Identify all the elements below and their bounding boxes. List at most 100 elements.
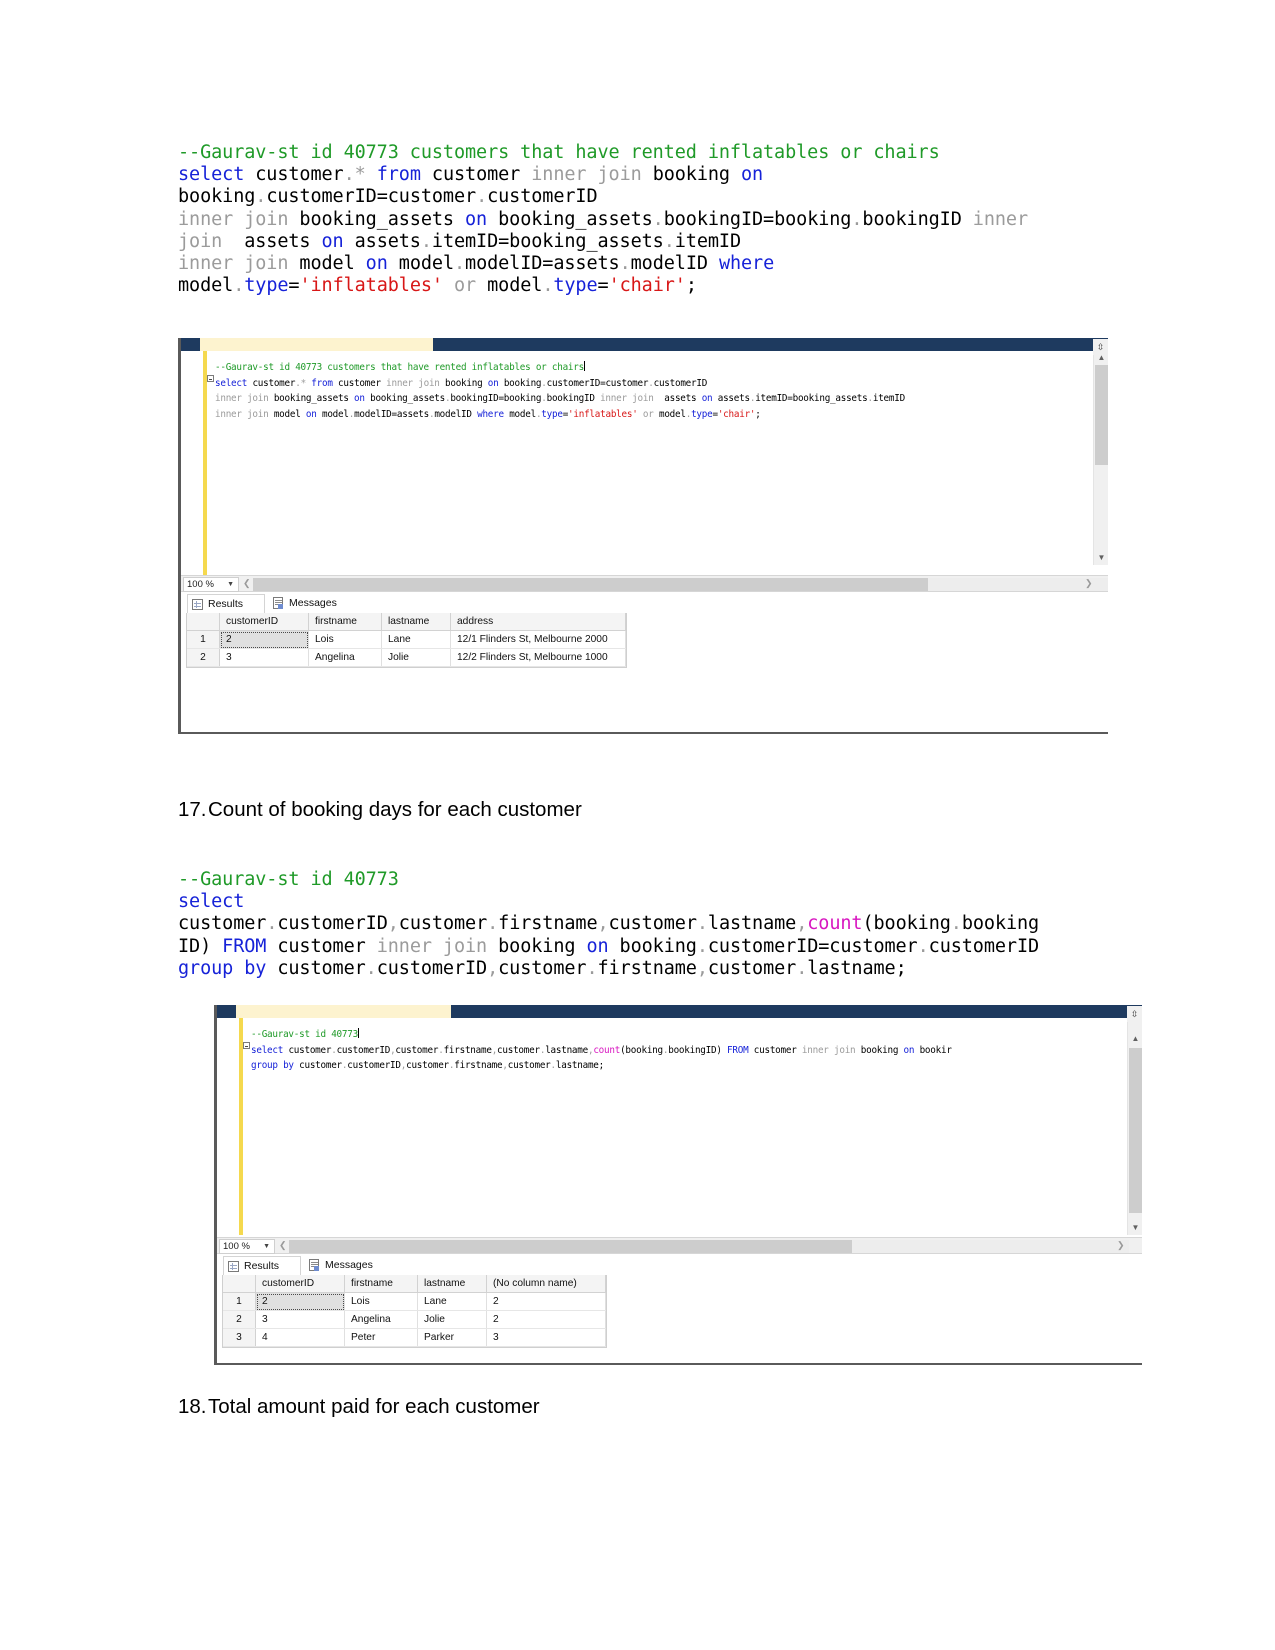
code-token: inner join bbox=[531, 164, 642, 186]
code-token: customerID bbox=[376, 957, 488, 979]
code-token: where bbox=[718, 253, 775, 275]
editor-vertical-scrollbar-2[interactable]: ▲ ▼ bbox=[1127, 1018, 1142, 1235]
tab-messages-2[interactable]: Messages bbox=[305, 1256, 415, 1275]
table-cell[interactable]: Angelina bbox=[308, 648, 382, 667]
code-token: lastname bbox=[707, 913, 797, 935]
table-cell[interactable]: 3 bbox=[255, 1310, 345, 1329]
table-cell[interactable]: 3 bbox=[486, 1328, 606, 1347]
hscroll-left-arrow-2[interactable]: ❮ bbox=[279, 1240, 287, 1251]
scroll-down-arrow-2[interactable]: ▼ bbox=[1128, 1221, 1142, 1235]
code-token: assets bbox=[343, 230, 421, 252]
code-token: --Gaurav-st id 40773 bbox=[178, 869, 399, 890]
table-cell[interactable]: Lane bbox=[381, 630, 451, 649]
sql-code-block-2: --Gaurav-st id 40773 select customer.custo… bbox=[178, 869, 1078, 980]
code-token: lastname bbox=[555, 1060, 599, 1072]
column-header[interactable]: lastname bbox=[381, 613, 451, 631]
code-fold-toggle-2[interactable] bbox=[243, 1042, 250, 1049]
table-cell[interactable]: 2 bbox=[486, 1310, 606, 1329]
hscroll-thumb-2[interactable] bbox=[289, 1240, 852, 1253]
column-header[interactable]: lastname bbox=[417, 1275, 487, 1293]
zoom-level-combobox-2[interactable]: 100 % ▼ bbox=[219, 1239, 275, 1254]
hscroll-left-arrow-1[interactable]: ❮ bbox=[243, 578, 251, 589]
table-header-row: customerID firstname lastname (No column na… bbox=[223, 1275, 606, 1293]
sql-editor-text-1[interactable]: --Gaurav-st id 40773 customers that have… bbox=[215, 360, 1093, 422]
column-header[interactable]: customerID bbox=[255, 1275, 345, 1293]
column-header[interactable]: address bbox=[450, 613, 626, 631]
code-token: = bbox=[597, 275, 609, 297]
table-cell[interactable]: Peter bbox=[344, 1328, 418, 1347]
ssms-tab-strip-1 bbox=[200, 338, 433, 352]
code-token: customer bbox=[332, 377, 387, 389]
sql-editor-1[interactable]: --Gaurav-st id 40773 customers that have… bbox=[181, 351, 1093, 581]
editor-vertical-scrollbar-1[interactable]: ▲ ▼ bbox=[1093, 351, 1108, 565]
column-header[interactable]: customerID bbox=[219, 613, 309, 631]
code-token: count bbox=[593, 1044, 621, 1056]
code-token: on bbox=[586, 935, 609, 957]
tab-results-2[interactable]: Results bbox=[223, 1256, 301, 1275]
hscroll-right-arrow-2[interactable]: ❯ bbox=[1117, 1240, 1125, 1251]
grid-corner-header[interactable] bbox=[187, 613, 220, 631]
row-number-cell[interactable]: 3 bbox=[223, 1328, 256, 1347]
code-token: on bbox=[365, 253, 388, 275]
column-header[interactable]: firstname bbox=[344, 1275, 418, 1293]
table-cell[interactable]: Lane bbox=[417, 1292, 487, 1311]
table-cell[interactable]: 2 bbox=[486, 1292, 606, 1311]
table-cell[interactable]: 12/1 Flinders St, Melbourne 2000 bbox=[450, 630, 626, 649]
code-token: type bbox=[244, 275, 289, 297]
scroll-thumb-2[interactable] bbox=[1129, 1048, 1142, 1213]
table-cell[interactable]: Angelina bbox=[344, 1310, 418, 1329]
hscroll-thumb-1[interactable] bbox=[253, 578, 928, 591]
table-row[interactable]: 3 4 Peter Parker 3 bbox=[223, 1328, 606, 1347]
code-token: inner join bbox=[215, 393, 269, 405]
scroll-thumb-1[interactable] bbox=[1095, 365, 1108, 465]
row-number-cell[interactable]: 2 bbox=[187, 648, 220, 667]
code-token: , bbox=[487, 957, 499, 979]
table-row[interactable]: 1 2 Lois Lane 12/1 Flinders St, Melbourne 20… bbox=[187, 630, 626, 649]
table-cell[interactable]: Lois bbox=[308, 630, 382, 649]
results-grid-1[interactable]: customerID firstname lastname address 1 2 Lois… bbox=[186, 613, 627, 668]
tab-results-1[interactable]: Results bbox=[187, 594, 265, 613]
code-token: modelID bbox=[630, 253, 719, 275]
table-cell[interactable]: 2 bbox=[255, 1292, 345, 1311]
table-row[interactable]: 2 3 Angelina Jolie 2 bbox=[223, 1310, 606, 1329]
code-token: 'inflatables' bbox=[568, 408, 638, 420]
sql-editor-text-2[interactable]: --Gaurav-st id 40773 select customer.cust… bbox=[251, 1027, 1127, 1074]
heading-18: 18.Total amount paid for each customer bbox=[178, 1395, 540, 1419]
code-token: join bbox=[178, 230, 223, 252]
editor-split-grip-2[interactable]: ⇳ bbox=[1127, 1006, 1142, 1022]
zoom-level-combobox-1[interactable]: 100 % ▼ bbox=[183, 577, 239, 592]
code-token: , bbox=[597, 913, 609, 935]
code-token: model bbox=[268, 408, 306, 420]
code-line: --Gaurav-st id 40773 customers that have… bbox=[215, 360, 1093, 376]
scroll-down-arrow-1[interactable]: ▼ bbox=[1094, 551, 1108, 565]
table-cell[interactable]: Jolie bbox=[417, 1310, 487, 1329]
table-row[interactable]: 1 2 Lois Lane 2 bbox=[223, 1292, 606, 1311]
code-token: on bbox=[487, 377, 499, 389]
column-header[interactable]: (No column name) bbox=[486, 1275, 606, 1293]
hscroll-right-arrow-1[interactable]: ❯ bbox=[1085, 578, 1093, 589]
table-cell[interactable]: 12/2 Flinders St, Melbourne 1000 bbox=[450, 648, 626, 667]
row-number-cell[interactable]: 1 bbox=[187, 630, 220, 649]
scroll-up-arrow-2[interactable]: ▲ bbox=[1128, 1032, 1142, 1046]
editor-split-grip-1[interactable]: ⇳ bbox=[1093, 339, 1108, 355]
table-cell[interactable]: Jolie bbox=[381, 648, 451, 667]
column-header[interactable]: firstname bbox=[308, 613, 382, 631]
sql-editor-2[interactable]: --Gaurav-st id 40773 select customer.cust… bbox=[217, 1018, 1127, 1235]
results-grid-2[interactable]: customerID firstname lastname (No column na… bbox=[222, 1275, 607, 1348]
code-fold-toggle-1[interactable] bbox=[207, 375, 214, 382]
ssms-tab-strip-2 bbox=[236, 1005, 451, 1019]
code-token: assets bbox=[653, 393, 702, 405]
table-cell[interactable]: Parker bbox=[417, 1328, 487, 1347]
row-number-cell[interactable]: 2 bbox=[223, 1310, 256, 1329]
code-token: customer bbox=[498, 957, 587, 979]
grid-corner-header[interactable] bbox=[223, 1275, 256, 1293]
table-cell[interactable]: 2 bbox=[219, 630, 309, 649]
table-cell[interactable]: Lois bbox=[344, 1292, 418, 1311]
table-cell[interactable]: 4 bbox=[255, 1328, 345, 1347]
row-number-cell[interactable]: 1 bbox=[223, 1292, 256, 1311]
table-cell[interactable]: 3 bbox=[219, 648, 309, 667]
tab-messages-1[interactable]: Messages bbox=[269, 594, 379, 613]
table-row[interactable]: 2 3 Angelina Jolie 12/2 Flinders St, Melbour… bbox=[187, 648, 626, 667]
code-token: inner join bbox=[600, 393, 654, 405]
